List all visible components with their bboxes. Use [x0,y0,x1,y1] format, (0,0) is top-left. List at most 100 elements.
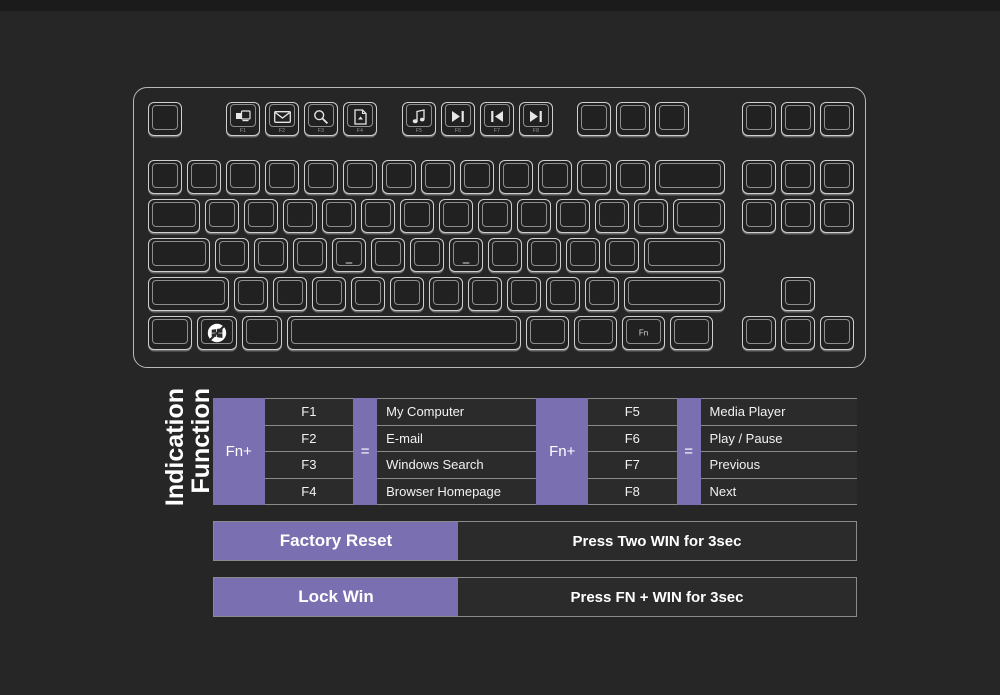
key-number-row [187,160,221,194]
key-f1: F1 [226,102,260,136]
key-number-row [148,160,182,194]
key-letter-row [595,199,629,233]
key-right-win [574,316,617,350]
shortcut-label: Factory Reset [214,522,458,560]
title-line-indication: Indication [161,388,189,507]
my-computer-icon [227,109,259,125]
key-bottom-letter-row [507,277,541,311]
table-row: My Computer [377,398,537,425]
key-delete [742,199,776,233]
key-tab [148,199,200,233]
key-letter-row [556,199,590,233]
fn-label-group2: Fn+ [536,398,588,505]
key-number-row [304,160,338,194]
key-left-alt [242,316,282,350]
key-number-row [343,160,377,194]
key-f4-label: F4 [356,127,364,134]
table-row: F6 [587,424,677,451]
key-letter-row [400,199,434,233]
key-f5-label: F5 [415,127,423,134]
key-letter-row [439,199,473,233]
key-home-row [488,238,522,272]
key-home-row [410,238,444,272]
search-icon [305,109,337,125]
home-bump [462,262,470,264]
key-letter-row [322,199,356,233]
table-row: E-mail [377,424,537,451]
key-number-row [499,160,533,194]
table-row: F4 [264,477,354,505]
key-left-shift [148,277,229,311]
key-f7-label: F7 [493,127,501,134]
key-f6-label: F6 [454,127,462,134]
key-backspace [655,160,725,194]
function-indication-title: Function Indication [146,388,215,563]
key-home-row [293,238,327,272]
table-row: Play / Pause [700,424,858,451]
key-f6: F6 [441,102,475,136]
key-arrow-left [742,316,776,350]
key-space [287,316,521,350]
key-f3-label: F3 [317,127,325,134]
key-letter-row [244,199,278,233]
shortcut-row-lock-win: Lock Win Press FN + WIN for 3sec [213,577,857,617]
key-backslash [673,199,725,233]
key-letter-row [517,199,551,233]
key-home-row [527,238,561,272]
key-f4: F4 [343,102,377,136]
key-right-shift [624,277,725,311]
key-home-row-f [332,238,366,272]
description-column-group1: My Computer E-mail Windows Search Browse… [377,398,537,505]
key-f2-label: F2 [278,127,286,134]
media-player-icon [403,109,435,125]
key-number-row [538,160,572,194]
key-caps-lock [148,238,210,272]
key-home-row [371,238,405,272]
key-bottom-letter-row [429,277,463,311]
table-row: F7 [587,451,677,478]
fkey-column-group2: F5 F6 F7 F8 [587,398,677,505]
key-left-win [197,316,237,350]
next-track-icon [520,109,552,125]
previous-track-icon [481,109,513,125]
key-home-row [566,238,600,272]
key-number-row [577,160,611,194]
key-insert [742,160,776,194]
key-home-row [215,238,249,272]
key-fn-label: Fn [638,328,649,338]
key-bottom-letter-row [234,277,268,311]
key-f2: F2 [265,102,299,136]
equals-group2: = [676,398,701,505]
title-line-function: Function [187,388,215,494]
key-letter-row [283,199,317,233]
key-pause [655,102,689,136]
keyboard-illustration: F1 F2 F3 F4 F5 F6 F7 F8 Fn [133,87,866,368]
key-enter [644,238,725,272]
windows-lock-icon [207,323,228,344]
key-nav-c [820,102,854,136]
key-bottom-letter-row [390,277,424,311]
key-home-row-j [449,238,483,272]
equals-group1: = [353,398,378,505]
home-bump [345,262,353,264]
key-number-row [616,160,650,194]
key-page-up [820,160,854,194]
key-arrow-right [820,316,854,350]
key-f1-label: F1 [239,127,247,134]
table-row: F1 [264,398,354,425]
key-nav-a [742,102,776,136]
browser-home-icon [344,109,376,125]
key-letter-row [361,199,395,233]
key-letter-row [205,199,239,233]
key-bottom-letter-row [273,277,307,311]
key-home-row [254,238,288,272]
key-arrow-down [781,316,815,350]
email-icon [266,109,298,125]
fkey-column-group1: F1 F2 F3 F4 [264,398,354,505]
key-f8-label: F8 [532,127,540,134]
key-page-down [820,199,854,233]
key-scroll-lock [616,102,650,136]
key-letter-row [634,199,668,233]
shortcut-label: Lock Win [214,578,458,616]
key-home-row [605,238,639,272]
